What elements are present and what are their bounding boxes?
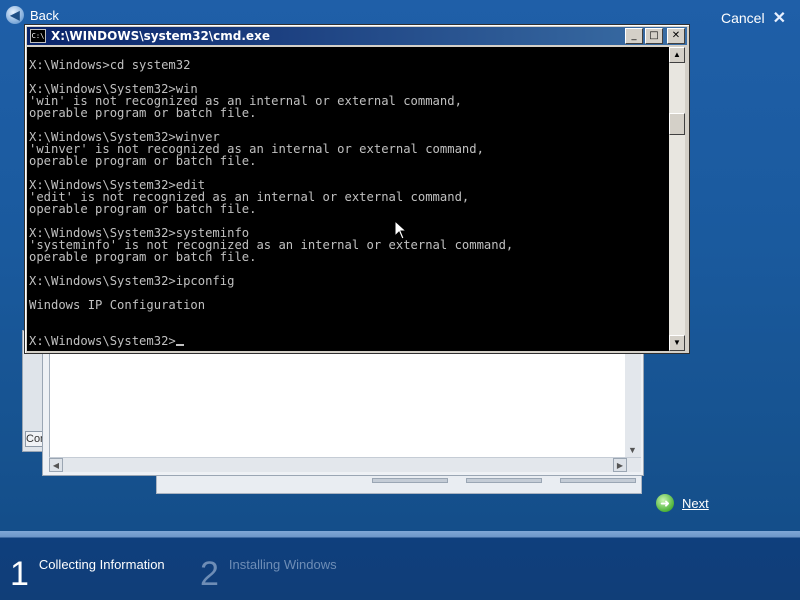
setup-horizontal-scrollbar[interactable]: ◀ ▶ xyxy=(49,457,641,472)
cmd-window[interactable]: C:\ X:\WINDOWS\system32\cmd.exe _ □ ✕ X:… xyxy=(24,24,690,354)
console-line: X:\Windows\System32>ipconfig xyxy=(29,274,235,288)
mouse-pointer-icon xyxy=(394,220,408,240)
console-line: operable program or batch file. xyxy=(29,106,257,120)
setup-vertical-scrollbar[interactable]: ▼ xyxy=(625,337,641,457)
scroll-left-icon[interactable]: ◀ xyxy=(49,458,63,472)
back-label: Back xyxy=(30,7,59,23)
panel-bar xyxy=(560,478,636,483)
console-line: operable program or batch file. xyxy=(29,202,257,216)
console-output[interactable]: X:\Windows>cd system32 X:\Windows\System… xyxy=(27,47,669,351)
text-cursor xyxy=(175,344,184,346)
console-line: Windows IP Configuration xyxy=(29,298,206,312)
next-label: Next xyxy=(682,495,709,511)
cmd-titlebar[interactable]: C:\ X:\WINDOWS\system32\cmd.exe _ □ ✕ xyxy=(27,27,687,45)
step-label: Installing Windows xyxy=(228,557,337,572)
cmd-title: X:\WINDOWS\system32\cmd.exe xyxy=(51,29,270,43)
next-arrow-icon: ➜ xyxy=(656,494,674,512)
console-line: operable program or batch file. xyxy=(29,154,257,168)
cmd-vertical-scrollbar[interactable]: ▲ ▼ xyxy=(669,47,685,351)
console-line: X:\Windows>cd system32 xyxy=(29,58,191,72)
step-label: Collecting Information xyxy=(38,557,165,572)
prompt-text: X:\Windows\System32> xyxy=(29,334,176,348)
console-line: operable program or batch file. xyxy=(29,250,257,264)
panel-bar xyxy=(466,478,542,483)
minimize-button[interactable]: _ xyxy=(625,28,643,44)
step-installing-windows: 2 Installing Windows xyxy=(200,557,337,591)
scroll-down-icon[interactable]: ▼ xyxy=(669,335,685,351)
window-controls: _ □ ✕ xyxy=(625,28,685,44)
cancel-button[interactable]: Cancel ✕ xyxy=(721,8,786,28)
close-button[interactable]: ✕ xyxy=(667,28,685,44)
maximize-button[interactable]: □ xyxy=(645,28,663,44)
panel-bars xyxy=(372,478,636,483)
back-arrow-icon: ◀ xyxy=(6,6,24,24)
panel-bar xyxy=(372,478,448,483)
cancel-label: Cancel xyxy=(721,10,765,26)
step-collecting-information: 1 Collecting Information xyxy=(10,557,165,591)
close-icon: ✕ xyxy=(772,10,786,27)
step-number: 1 xyxy=(10,555,29,593)
scroll-thumb[interactable] xyxy=(669,113,685,135)
next-button[interactable]: ➜ Next xyxy=(656,494,709,512)
scroll-down-icon[interactable]: ▼ xyxy=(628,445,637,455)
setup-content-area xyxy=(49,337,627,459)
prompt-line[interactable]: X:\Windows\System32> xyxy=(29,335,184,347)
step-number: 2 xyxy=(200,555,219,593)
scroll-right-icon[interactable]: ▶ xyxy=(613,458,627,472)
scroll-up-icon[interactable]: ▲ xyxy=(669,47,685,63)
cmd-icon[interactable]: C:\ xyxy=(30,29,46,43)
back-button[interactable]: ◀ Back xyxy=(6,6,59,24)
